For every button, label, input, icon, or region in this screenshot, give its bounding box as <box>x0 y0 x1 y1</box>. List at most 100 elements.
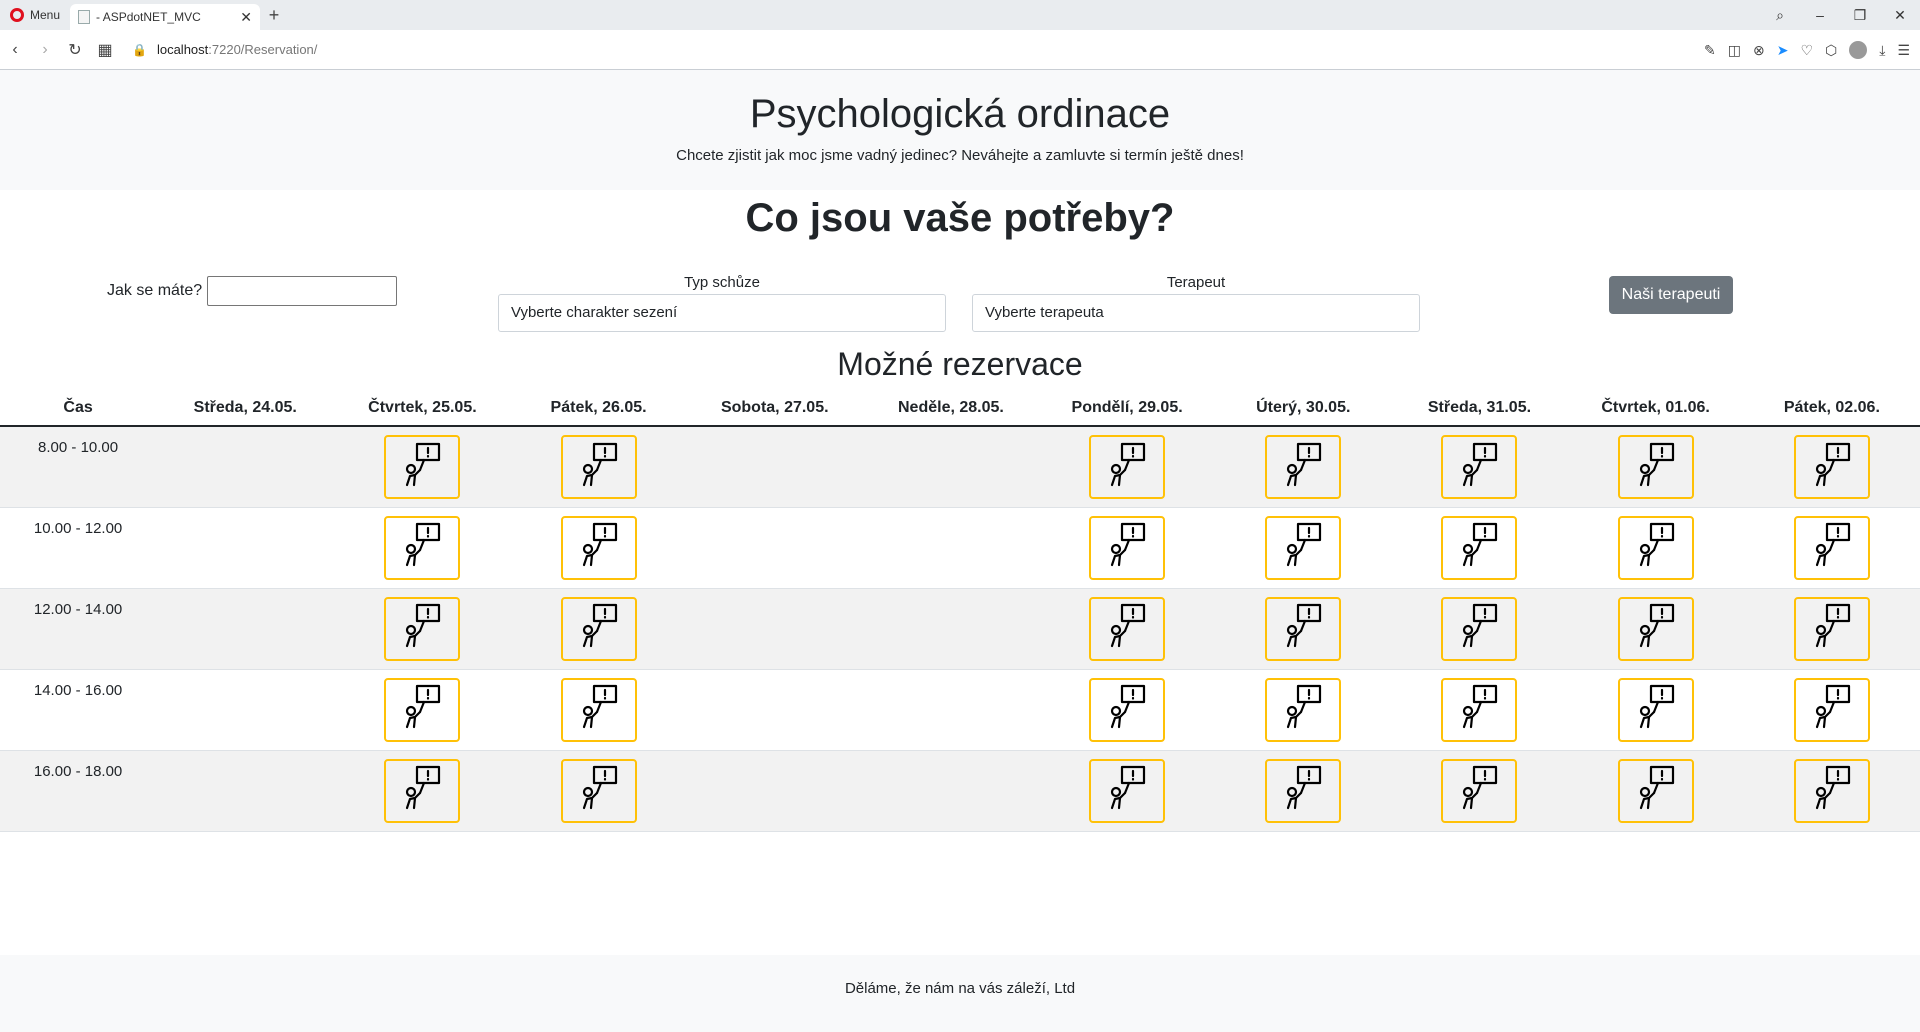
reserve-slot-button[interactable] <box>560 758 637 823</box>
therapists-button[interactable]: Naši terapeuti <box>1609 276 1733 314</box>
reserve-slot-button[interactable] <box>1265 677 1342 742</box>
therapist-select[interactable]: Vyberte terapeuta <box>972 294 1420 332</box>
tabs-grid-icon[interactable]: ▦ <box>90 40 120 60</box>
url-path: :7220/Reservation/ <box>208 42 318 57</box>
mood-input[interactable] <box>207 276 398 306</box>
reserve-slot-button[interactable] <box>1793 515 1870 580</box>
reserve-slot-button[interactable] <box>1793 435 1870 499</box>
tab-title: - ASPdotNET_MVC <box>96 10 201 24</box>
type-label: Typ schůze <box>684 274 760 291</box>
avatar-icon[interactable] <box>1849 41 1868 59</box>
reservation-cell <box>1215 426 1392 508</box>
back-icon[interactable]: ‹ <box>0 41 30 59</box>
reservation-cell <box>1743 588 1920 670</box>
heart-icon[interactable]: ♡ <box>1800 42 1813 59</box>
reservation-cell <box>1567 426 1744 508</box>
reservation-table: Čas Středa, 24.05. Čtvrtek, 25.05. Pátek, … <box>0 390 1920 832</box>
reservation-sign-icon <box>1283 603 1323 654</box>
edit-icon[interactable]: ✎ <box>1704 42 1716 59</box>
new-tab-button[interactable]: + <box>260 0 288 30</box>
reserve-slot-button[interactable] <box>560 596 637 661</box>
easy-setup-icon[interactable]: ☰ <box>1897 42 1910 59</box>
reservation-cell <box>1391 750 1568 832</box>
reservation-cell <box>1039 750 1216 832</box>
reserve-slot-button[interactable] <box>1089 435 1166 499</box>
reservation-sign-icon <box>1283 522 1323 573</box>
send-icon[interactable]: ➤ <box>1777 42 1789 59</box>
reserve-slot-button[interactable] <box>384 677 461 742</box>
reservation-cell <box>1567 507 1744 589</box>
day-header: Středa, 24.05. <box>156 390 335 427</box>
day-header: Neděle, 28.05. <box>862 390 1040 427</box>
box-icon[interactable]: ⬡ <box>1825 42 1837 59</box>
reservation-cell <box>686 750 863 832</box>
reserve-slot-button[interactable] <box>1441 758 1518 823</box>
reservation-cell <box>334 588 511 670</box>
reserve-slot-button[interactable] <box>1617 515 1694 580</box>
reserve-slot-button[interactable] <box>1089 758 1166 823</box>
reserve-slot-button[interactable] <box>384 596 461 661</box>
restore-icon[interactable]: ❐ <box>1840 7 1880 24</box>
day-header: Úterý, 30.05. <box>1215 390 1392 427</box>
reservation-sign-icon <box>1459 684 1499 735</box>
day-header: Pátek, 02.06. <box>1743 390 1920 427</box>
tab-close-icon[interactable]: ✕ <box>240 9 252 26</box>
time-header: Čas <box>0 390 157 427</box>
reserve-slot-button[interactable] <box>384 515 461 580</box>
reserve-slot-button[interactable] <box>384 758 461 823</box>
reserve-slot-button[interactable] <box>1617 758 1694 823</box>
reserve-slot-button[interactable] <box>1441 435 1518 499</box>
reserve-slot-button[interactable] <box>1089 596 1166 661</box>
reload-icon[interactable]: ↻ <box>60 40 90 60</box>
reservation-cell <box>1215 669 1392 751</box>
close-window-icon[interactable]: ✕ <box>1880 7 1920 24</box>
reserve-slot-button[interactable] <box>1265 515 1342 580</box>
reserve-slot-button[interactable] <box>1089 515 1166 580</box>
download-icon[interactable]: ⤓ <box>1879 42 1885 59</box>
minimize-icon[interactable]: – <box>1800 7 1840 23</box>
reservation-cell <box>510 507 687 589</box>
reserve-slot-button[interactable] <box>1265 435 1342 499</box>
camera-icon[interactable]: ◫ <box>1728 42 1741 59</box>
reserve-slot-button[interactable] <box>1265 596 1342 661</box>
reserve-slot-button[interactable] <box>1441 677 1518 742</box>
reserve-slot-button[interactable] <box>560 515 637 580</box>
reservation-cell <box>1391 588 1568 670</box>
footer: Děláme, že nám na vás záleží, Ltd <box>0 955 1920 1032</box>
page-title: Psychologická ordinace <box>749 92 1171 136</box>
forward-icon[interactable]: › <box>30 41 60 59</box>
reservation-cell <box>862 426 1040 508</box>
reserve-slot-button[interactable] <box>1089 677 1166 742</box>
reserve-slot-button[interactable] <box>1617 596 1694 661</box>
adblock-icon[interactable]: ⊗ <box>1753 42 1765 59</box>
reserve-slot-button[interactable] <box>1441 515 1518 580</box>
table-row: 10.00 - 12.00 <box>0 507 1920 589</box>
reservation-cell <box>334 750 511 832</box>
reservation-cell <box>334 426 511 508</box>
type-group: Typ schůze Vyberte charakter sezení <box>498 274 946 332</box>
type-select[interactable]: Vyberte charakter sezení <box>498 294 946 332</box>
reservation-sign-icon <box>1459 765 1499 816</box>
reservation-sign-icon <box>579 765 619 816</box>
needs-form: Jak se máte? Typ schůze Vyberte charakte… <box>0 196 1920 332</box>
reserve-slot-button[interactable] <box>560 677 637 742</box>
browser-menu-button[interactable]: Menu <box>0 0 70 30</box>
reserve-slot-button[interactable] <box>560 435 637 499</box>
reservation-cell <box>156 426 335 508</box>
browser-tab[interactable]: - ASPdotNET_MVC ✕ <box>70 4 261 30</box>
reserve-slot-button[interactable] <box>1617 677 1694 742</box>
reservation-sign-icon <box>402 684 442 735</box>
reservation-sign-icon <box>1459 603 1499 654</box>
reservation-cell <box>510 750 687 832</box>
url-field[interactable]: 🔒 localhost :7220/Reservation/ <box>132 42 317 57</box>
reserve-slot-button[interactable] <box>384 435 461 499</box>
reserve-slot-button[interactable] <box>1793 677 1870 742</box>
reserve-slot-button[interactable] <box>1617 435 1694 499</box>
reserve-slot-button[interactable] <box>1793 758 1870 823</box>
search-tabs-icon[interactable]: ⌕ <box>1760 7 1800 24</box>
reserve-slot-button[interactable] <box>1265 758 1342 823</box>
reserve-slot-button[interactable] <box>1441 596 1518 661</box>
reservation-cell <box>1743 669 1920 751</box>
reservation-sign-icon <box>1812 603 1852 654</box>
reserve-slot-button[interactable] <box>1793 596 1870 661</box>
